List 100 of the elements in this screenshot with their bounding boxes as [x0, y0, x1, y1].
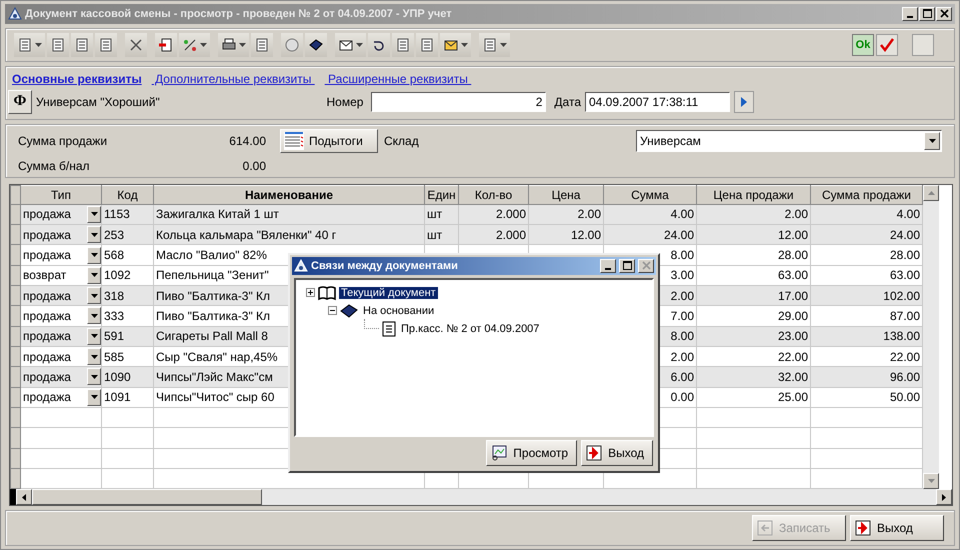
column-header[interactable]: Кол-во [458, 185, 528, 204]
check-button[interactable] [876, 34, 898, 56]
caret-icon [90, 253, 98, 258]
column-header[interactable]: Код [102, 185, 154, 204]
scissors-button[interactable] [125, 32, 147, 57]
vertical-scrollbar[interactable] [923, 184, 939, 490]
exit-button[interactable]: Выход [850, 515, 944, 542]
printer-button[interactable] [218, 32, 249, 57]
maximize-button[interactable] [919, 6, 935, 21]
close-icon [940, 9, 948, 18]
exit-button[interactable]: Выход [581, 440, 653, 466]
table-cell: 1092 [104, 268, 131, 282]
dropdown-button[interactable] [87, 348, 100, 366]
close-button[interactable] [936, 6, 952, 21]
collapse-icon[interactable] [328, 306, 337, 316]
caret-icon [500, 42, 507, 47]
minimize-button[interactable] [902, 6, 918, 21]
dropdown-button[interactable] [87, 246, 100, 264]
table-row[interactable]: продажа 253 Кольца кальмара "Вяленки" 40 г шт 2.000 12.00 24.00 12.00 24.00 [10, 224, 922, 245]
tab[interactable]: Расширенные реквизиты [324, 72, 472, 86]
caret-icon [239, 42, 246, 47]
close-button[interactable] [638, 258, 654, 273]
tree-item[interactable]: Пр.касс. № 2 от 04.09.2007 [399, 322, 542, 335]
firm-button[interactable]: Ф [8, 90, 32, 114]
caret-icon [90, 232, 98, 237]
caret-icon [356, 42, 363, 47]
column-header[interactable]: Един [424, 185, 458, 204]
table-cell: 1153 [104, 207, 130, 222]
table-cell: Масло "Валио" 82% [156, 248, 267, 262]
column-header[interactable]: Наименование [154, 185, 424, 204]
table-cell: Зажигалка Китай 1 шт [156, 207, 279, 222]
date-field[interactable]: 04.09.2007 17:38:11 [585, 92, 730, 112]
table-cell: 138.00 [883, 329, 920, 344]
column-header[interactable]: Цена продажи [696, 185, 810, 204]
caret-icon [461, 42, 468, 47]
table-cell: 12.00 [778, 228, 808, 242]
maximize-icon [922, 9, 932, 18]
table-cell: 568 [104, 248, 124, 262]
number-field[interactable]: 2 [371, 92, 546, 112]
next-button[interactable] [734, 90, 754, 113]
app-icon [8, 6, 22, 21]
tree-item[interactable]: На основании [361, 304, 436, 317]
dropdown-button[interactable] [87, 206, 100, 223]
dropdown-button[interactable] [87, 328, 100, 345]
table-cell: 253 [104, 228, 124, 242]
dropdown-button[interactable] [87, 266, 100, 284]
table-cell: продажа [23, 329, 71, 344]
dropdown-button[interactable] [87, 368, 100, 386]
caret-icon [90, 354, 98, 359]
table-cell: 28.00 [778, 248, 808, 262]
card-sum-value: 0.00 [242, 158, 266, 173]
table-cell: 4.00 [896, 207, 920, 222]
subtotals-button[interactable]: Подытоги [280, 128, 378, 153]
horizontal-scrollbar[interactable] [10, 489, 952, 506]
app-icon [294, 258, 308, 273]
left-arrow-icon [22, 494, 26, 501]
exit-icon [586, 444, 602, 461]
play-icon [740, 96, 748, 108]
table-cell: 0.00 [670, 390, 694, 404]
percent-icon [182, 36, 198, 53]
view-button[interactable]: Просмотр [486, 440, 578, 466]
table-cell: продажа [23, 390, 71, 404]
column-header[interactable]: Тип [20, 185, 102, 204]
table-cell: 2.00 [578, 207, 601, 222]
undo-button[interactable] [368, 32, 390, 57]
table-cell: 1090 [104, 370, 131, 384]
table-cell: 50.00 [890, 390, 920, 404]
dropdown-button[interactable] [87, 226, 100, 244]
warehouse-dropdown[interactable]: Универсам [636, 130, 942, 152]
import-button[interactable] [155, 32, 177, 57]
table-cell: 591 [104, 329, 124, 344]
up-arrow-icon [928, 190, 934, 195]
tree-item[interactable]: Текущий документ [339, 286, 438, 299]
table-cell: продажа [23, 228, 71, 242]
caret-icon [928, 138, 936, 143]
dropdown-button[interactable] [87, 287, 100, 304]
percent-button[interactable] [179, 32, 210, 57]
down-arrow-icon [928, 479, 934, 484]
table-cell: 22.00 [890, 350, 920, 364]
table-row[interactable]: продажа 1153 Зажигалка Китай 1 шт шт 2.000 2.00 4.00 2.00 4.00 [10, 204, 922, 225]
envelope-button[interactable] [335, 32, 366, 57]
caret-icon [90, 395, 98, 400]
column-header[interactable]: Сумма [604, 185, 696, 204]
dropdown-button[interactable] [87, 307, 100, 324]
tab[interactable]: Дополнительные реквизиты [152, 72, 315, 86]
dropdown-button[interactable] [87, 388, 100, 406]
column-header[interactable]: Цена [528, 185, 604, 204]
maximize-button[interactable] [619, 258, 635, 273]
table-cell: шт [427, 228, 442, 242]
warehouse-label: Склад [384, 134, 420, 148]
list-button[interactable] [14, 32, 45, 57]
column-header[interactable]: Сумма продажи [810, 185, 922, 204]
dialog-title: Связи между документами [311, 260, 458, 272]
tab[interactable]: Основные реквизиты [12, 72, 142, 86]
expand-icon[interactable] [306, 288, 315, 298]
minimize-button[interactable] [600, 258, 616, 273]
table-cell: 333 [104, 308, 124, 323]
table-cell: 2.00 [784, 207, 808, 222]
table-cell: 22.00 [778, 350, 808, 364]
firm-name: Универсам "Хороший" [36, 94, 160, 109]
